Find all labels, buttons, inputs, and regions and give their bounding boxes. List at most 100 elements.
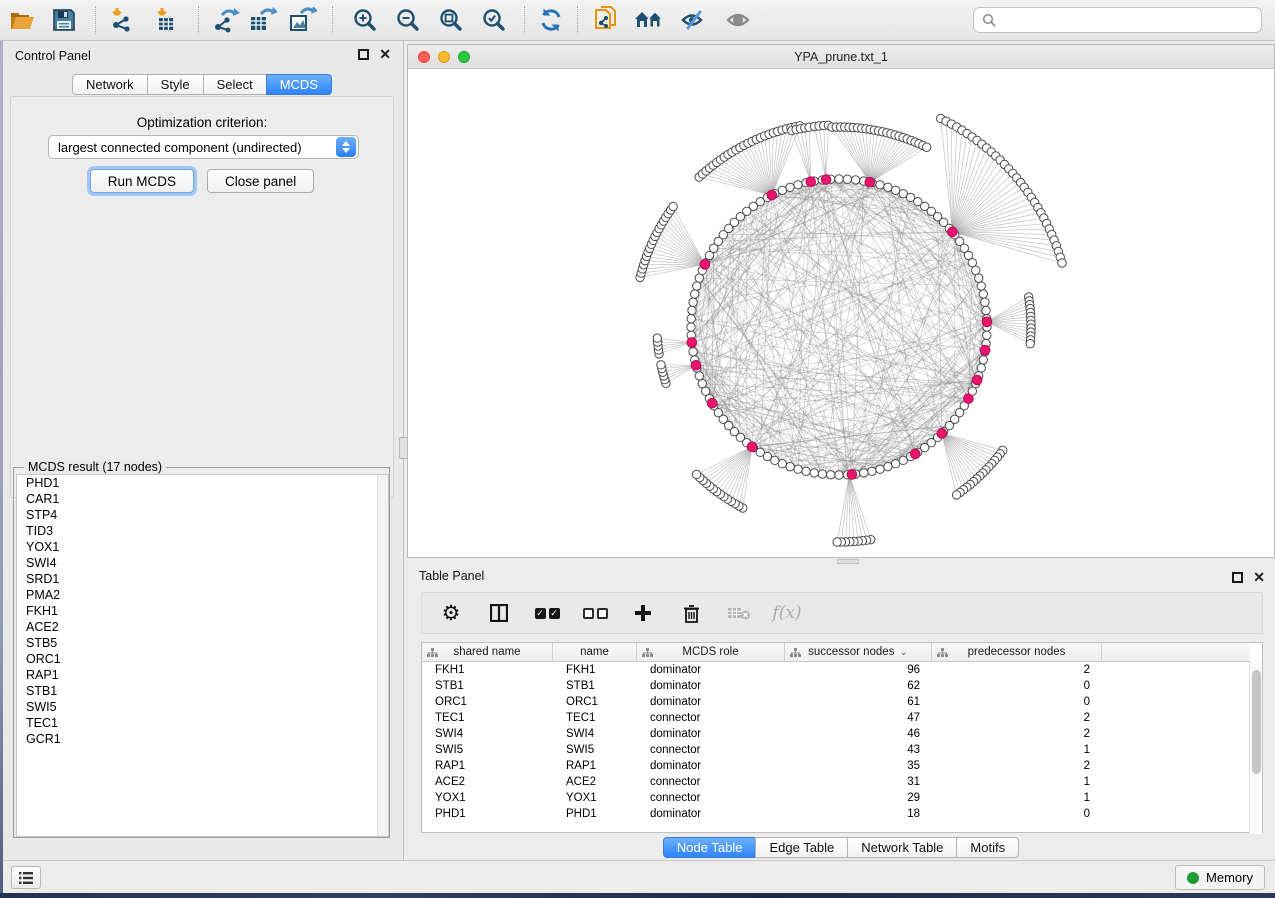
mcds-result-item[interactable]: YOX1 (17, 539, 388, 555)
column-header-shared-name[interactable]: shared name (422, 643, 553, 661)
table-cell[interactable]: dominator (637, 806, 785, 822)
table-cell[interactable]: TEC1 (422, 710, 553, 726)
mcds-result-item[interactable]: ACE2 (17, 619, 388, 635)
table-cell[interactable]: FKH1 (553, 662, 637, 678)
table-cell[interactable]: 1 (932, 742, 1102, 758)
table-row[interactable]: RAP1RAP1dominator352 (422, 758, 1250, 774)
table-cell[interactable]: 2 (932, 662, 1102, 678)
select-all-rows-button[interactable]: ✓✓ (534, 598, 560, 628)
table-cell[interactable]: 2 (932, 758, 1102, 774)
table-cell[interactable]: TEC1 (553, 710, 637, 726)
scrollbar-thumb[interactable] (1252, 670, 1261, 774)
table-cell[interactable]: SWI4 (553, 726, 637, 742)
network-node[interactable] (891, 460, 899, 468)
mcds-result-item[interactable]: RAP1 (17, 667, 388, 683)
save-session-button[interactable] (44, 3, 84, 37)
mcds-result-item[interactable]: SWI5 (17, 699, 388, 715)
tab-network-table[interactable]: Network Table (847, 837, 957, 858)
table-cell[interactable]: RAP1 (553, 758, 637, 774)
network-node[interactable] (981, 298, 989, 306)
table-cell[interactable]: 43 (785, 742, 932, 758)
network-mcds-node[interactable] (767, 190, 777, 200)
network-node[interactable] (794, 465, 802, 473)
network-node[interactable] (974, 274, 982, 282)
table-cell[interactable]: 61 (785, 694, 932, 710)
network-leaf-node[interactable] (1026, 340, 1034, 348)
table-settings-button[interactable]: ⚙ (438, 598, 464, 628)
task-history-button[interactable] (11, 866, 41, 889)
network-node[interactable] (977, 364, 985, 372)
network-mcds-node[interactable] (847, 470, 857, 480)
network-leaf-node[interactable] (1058, 259, 1066, 267)
tab-motifs[interactable]: Motifs (956, 837, 1019, 858)
mcds-result-item[interactable]: ORC1 (17, 651, 388, 667)
table-cell[interactable]: SWI5 (422, 742, 553, 758)
network-node[interactable] (688, 306, 696, 314)
table-row[interactable]: SWI5SWI5connector431 (422, 742, 1250, 758)
tab-mcds[interactable]: MCDS (266, 74, 332, 95)
first-neighbors-button[interactable] (629, 3, 669, 37)
import-network-button[interactable] (102, 3, 142, 37)
mcds-result-item[interactable]: FKH1 (17, 603, 388, 619)
deselect-all-rows-button[interactable] (582, 598, 608, 628)
mcds-result-item[interactable]: PHD1 (17, 475, 388, 491)
network-leaf-node[interactable] (692, 470, 700, 478)
column-header-successor-nodes[interactable]: successor nodes⌄ (785, 643, 932, 661)
table-cell[interactable]: PHD1 (553, 806, 637, 822)
table-cell[interactable]: YOX1 (553, 790, 637, 806)
tab-network[interactable]: Network (72, 74, 148, 95)
table-cell[interactable]: 1 (932, 774, 1102, 790)
network-node[interactable] (810, 469, 818, 477)
table-row[interactable]: ORC1ORC1dominator610 (422, 694, 1250, 710)
show-all-button[interactable] (718, 3, 758, 37)
table-cell[interactable]: 1 (932, 790, 1102, 806)
network-mcds-node[interactable] (865, 177, 875, 187)
network-mcds-node[interactable] (707, 398, 717, 408)
mcds-result-item[interactable]: TID3 (17, 523, 388, 539)
network-node[interactable] (884, 462, 892, 470)
table-cell[interactable]: 2 (932, 726, 1102, 742)
function-builder-button[interactable]: f(x) (774, 598, 800, 628)
network-node[interactable] (868, 467, 876, 475)
network-mcds-node[interactable] (948, 227, 958, 237)
table-cell[interactable]: 29 (785, 790, 932, 806)
network-node[interactable] (698, 379, 706, 387)
table-row[interactable]: STB1STB1dominator620 (422, 678, 1250, 694)
export-network-button[interactable] (206, 3, 246, 37)
new-network-from-selection-button[interactable] (586, 3, 626, 37)
mcds-result-item[interactable]: STB5 (17, 635, 388, 651)
network-leaf-node[interactable] (657, 361, 665, 369)
table-row[interactable]: ACE2ACE2connector311 (422, 774, 1250, 790)
network-node[interactable] (794, 181, 802, 189)
table-cell[interactable]: dominator (637, 726, 785, 742)
network-leaf-node[interactable] (653, 334, 661, 342)
network-node[interactable] (695, 274, 703, 282)
network-mcds-node[interactable] (937, 429, 947, 439)
table-cell[interactable]: SWI4 (422, 726, 553, 742)
export-table-button[interactable] (243, 3, 283, 37)
table-cell[interactable]: STB1 (422, 678, 553, 694)
network-mcds-node[interactable] (687, 338, 697, 348)
open-session-button[interactable] (2, 3, 42, 37)
network-node[interactable] (979, 356, 987, 364)
float-panel-icon[interactable] (358, 49, 369, 60)
close-panel-button[interactable]: Close panel (207, 169, 314, 193)
network-node[interactable] (884, 183, 892, 191)
network-window-titlebar[interactable]: YPA_prune.txt_1 (408, 45, 1274, 69)
network-node[interactable] (835, 175, 843, 183)
tab-style[interactable]: Style (147, 74, 204, 95)
mcds-result-item[interactable]: PMA2 (17, 587, 388, 603)
table-cell[interactable]: dominator (637, 758, 785, 774)
zoom-selected-button[interactable] (474, 3, 514, 37)
tab-edge-table[interactable]: Edge Table (755, 837, 848, 858)
table-cell[interactable]: 46 (785, 726, 932, 742)
table-cell[interactable]: FKH1 (422, 662, 553, 678)
table-cell[interactable]: 0 (932, 806, 1102, 822)
network-leaf-node[interactable] (922, 143, 930, 151)
table-cell[interactable]: 96 (785, 662, 932, 678)
table-cell[interactable]: RAP1 (422, 758, 553, 774)
network-node[interactable] (860, 469, 868, 477)
mcds-result-item[interactable]: SRD1 (17, 571, 388, 587)
table-cell[interactable]: 18 (785, 806, 932, 822)
network-node[interactable] (695, 372, 703, 380)
